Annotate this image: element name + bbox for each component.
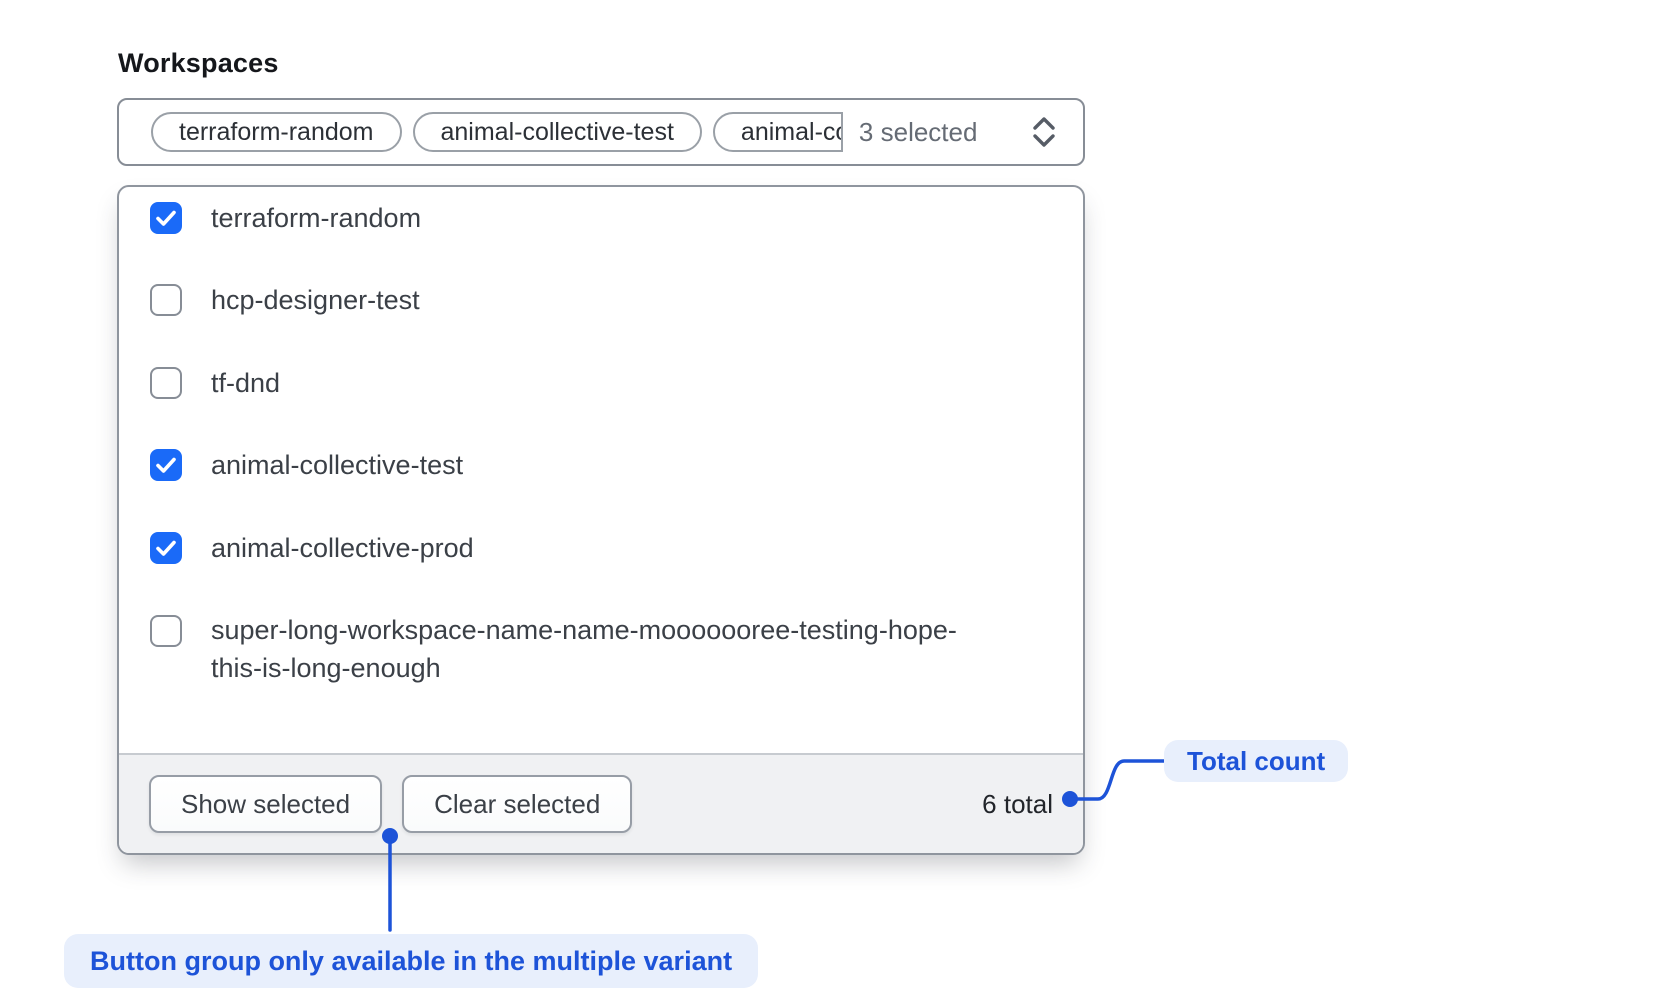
option-label: super-long-workspace-name-name-moooooore… <box>211 611 957 687</box>
multiselect-demo: Workspaces terraform-random animal-colle… <box>0 0 1672 1008</box>
checkbox[interactable] <box>150 615 182 647</box>
button-group-connector <box>376 822 404 934</box>
clear-selected-button[interactable]: Clear selected <box>402 775 632 833</box>
checkbox[interactable] <box>150 367 182 399</box>
total-count-annotation: Total count <box>1164 740 1348 782</box>
listbox-footer: Show selected Clear selected 6 total <box>119 753 1083 853</box>
option-animal-collective-test[interactable]: animal-collective-test <box>150 445 463 485</box>
option-label: terraform-random <box>211 199 421 237</box>
checkbox[interactable] <box>150 284 182 316</box>
workspaces-label: Workspaces <box>118 48 279 79</box>
option-label: animal-collective-prod <box>211 529 474 567</box>
selected-tag-clipped: animal-co <box>713 112 843 152</box>
selected-tag: animal-collective-test <box>413 112 702 152</box>
option-terraform-random[interactable]: terraform-random <box>150 198 421 238</box>
multiselect-listbox: terraform-random hcp-designer-test tf-dn… <box>117 185 1085 855</box>
button-group-annotation: Button group only available in the multi… <box>64 934 758 988</box>
option-super-long-workspace[interactable]: super-long-workspace-name-name-moooooore… <box>150 611 957 691</box>
checkbox[interactable] <box>150 202 182 234</box>
show-selected-button[interactable]: Show selected <box>149 775 382 833</box>
checkbox[interactable] <box>150 532 182 564</box>
option-label: hcp-designer-test <box>211 281 420 319</box>
total-count-connector <box>1062 750 1166 810</box>
selected-count: 3 selected <box>859 117 978 148</box>
chevron-up-down-icon <box>1031 114 1057 150</box>
option-animal-collective-prod[interactable]: animal-collective-prod <box>150 528 474 568</box>
total-count: 6 total <box>982 789 1053 820</box>
selected-tag: terraform-random <box>151 112 402 152</box>
option-hcp-designer-test[interactable]: hcp-designer-test <box>150 280 420 320</box>
option-tf-dnd[interactable]: tf-dnd <box>150 363 280 403</box>
multiselect-trigger[interactable]: terraform-random animal-collective-test … <box>117 98 1085 166</box>
option-label: animal-collective-test <box>211 446 463 484</box>
option-label: tf-dnd <box>211 364 280 402</box>
checkbox[interactable] <box>150 449 182 481</box>
